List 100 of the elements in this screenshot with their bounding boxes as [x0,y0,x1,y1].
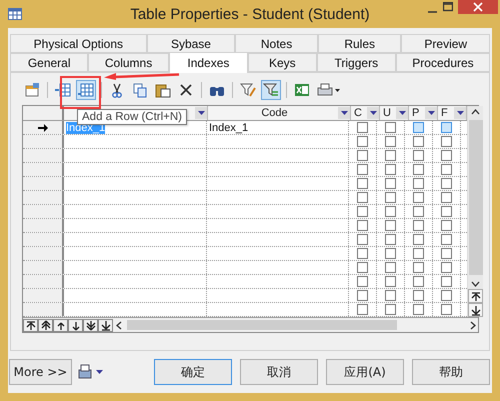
checkbox[interactable] [385,234,396,245]
checkbox[interactable] [385,178,396,189]
column-dropdown[interactable] [425,107,437,119]
checkbox[interactable] [357,192,368,203]
checkbox[interactable] [413,164,424,175]
more-button[interactable]: More >> [9,359,72,385]
column-dropdown[interactable] [195,107,207,119]
row-nav-button[interactable] [23,318,38,332]
checkbox[interactable] [441,192,452,203]
row-header[interactable] [23,121,64,134]
column-dropdown[interactable] [338,107,350,119]
tab[interactable]: General [10,53,88,72]
tab[interactable]: Physical Options [10,34,147,53]
scroll-top-button[interactable] [468,289,483,303]
checkbox[interactable] [413,304,424,315]
checkbox[interactable] [385,164,396,175]
checkbox[interactable] [385,304,396,315]
vertical-scrollbar[interactable] [467,106,483,317]
checkbox[interactable] [357,248,368,259]
dialog-button[interactable]: 帮助 [412,359,490,385]
checkbox[interactable] [357,178,368,189]
scroll-bottom-button[interactable] [468,303,483,317]
checkbox[interactable] [385,150,396,161]
checkbox[interactable] [441,150,452,161]
table-cell[interactable]: Index_1 [209,122,248,134]
checkbox[interactable] [441,136,452,147]
checkbox[interactable] [357,234,368,245]
tab[interactable]: Procedures [396,53,490,72]
checkbox[interactable] [413,178,424,189]
checkbox[interactable] [357,290,368,301]
column-header[interactable]: Code [208,107,338,119]
dialog-button[interactable]: 取消 [240,359,318,385]
checkbox[interactable] [357,276,368,287]
checkbox[interactable] [385,276,396,287]
column-header[interactable]: U [380,107,396,119]
checkbox[interactable] [441,122,452,133]
checkbox[interactable] [413,248,424,259]
column-header[interactable]: F [438,107,454,119]
checkbox[interactable] [357,150,368,161]
checkbox[interactable] [385,136,396,147]
add-row-button[interactable] [76,80,96,100]
checkbox[interactable] [413,262,424,273]
checkbox[interactable] [441,304,452,315]
checkbox[interactable] [357,262,368,273]
filter-button[interactable] [261,80,281,100]
tab[interactable]: Columns [88,53,169,72]
checkbox[interactable] [357,206,368,217]
checkbox[interactable] [357,304,368,315]
checkbox[interactable] [441,290,452,301]
checkbox[interactable] [413,276,424,287]
checkbox[interactable] [385,248,396,259]
checkbox[interactable] [441,276,452,287]
row-nav-button[interactable] [98,318,113,332]
checkbox[interactable] [413,206,424,217]
checkbox[interactable] [413,234,424,245]
checkbox[interactable] [441,248,452,259]
close-button[interactable] [458,0,498,14]
checkbox[interactable] [357,164,368,175]
dialog-button[interactable]: 应用(A) [326,359,404,385]
checkbox[interactable] [413,136,424,147]
tab[interactable]: Indexes [168,52,248,73]
checkbox[interactable] [441,164,452,175]
column-dropdown[interactable] [454,107,466,119]
caret-icon [398,110,406,116]
checkbox[interactable] [413,220,424,231]
tab[interactable]: Sybase [146,34,236,53]
maximize-icon[interactable] [443,2,453,12]
checkbox[interactable] [385,290,396,301]
column-header[interactable]: C [351,107,367,119]
checkbox[interactable] [385,220,396,231]
column-header[interactable]: P [409,107,425,119]
checkbox[interactable] [385,122,396,133]
checkbox[interactable] [385,262,396,273]
checkbox[interactable] [413,290,424,301]
tab[interactable]: Notes [235,34,318,53]
caret-icon [370,110,376,116]
checkbox[interactable] [357,220,368,231]
checkbox[interactable] [385,206,396,217]
row-nav-button[interactable] [68,318,83,332]
column-dropdown[interactable] [396,107,408,119]
checkbox[interactable] [441,262,452,273]
tab[interactable]: Triggers [316,53,396,72]
checkbox[interactable] [441,220,452,231]
tab[interactable]: Keys [248,53,317,72]
checkbox[interactable] [441,178,452,189]
checkbox[interactable] [357,136,368,147]
checkbox[interactable] [357,122,368,133]
checkbox[interactable] [413,150,424,161]
checkbox[interactable] [385,192,396,203]
column-dropdown[interactable] [367,107,379,119]
dialog-button[interactable]: 确定 [154,359,232,385]
tab[interactable]: Preview [401,34,490,53]
checkbox[interactable] [441,206,452,217]
tab[interactable]: Rules [318,34,402,53]
row-nav-button[interactable] [83,318,98,332]
checkbox[interactable] [413,192,424,203]
checkbox[interactable] [441,234,452,245]
row-nav-button[interactable] [38,318,53,332]
row-nav-button[interactable] [53,318,68,332]
checkbox[interactable] [413,122,424,133]
